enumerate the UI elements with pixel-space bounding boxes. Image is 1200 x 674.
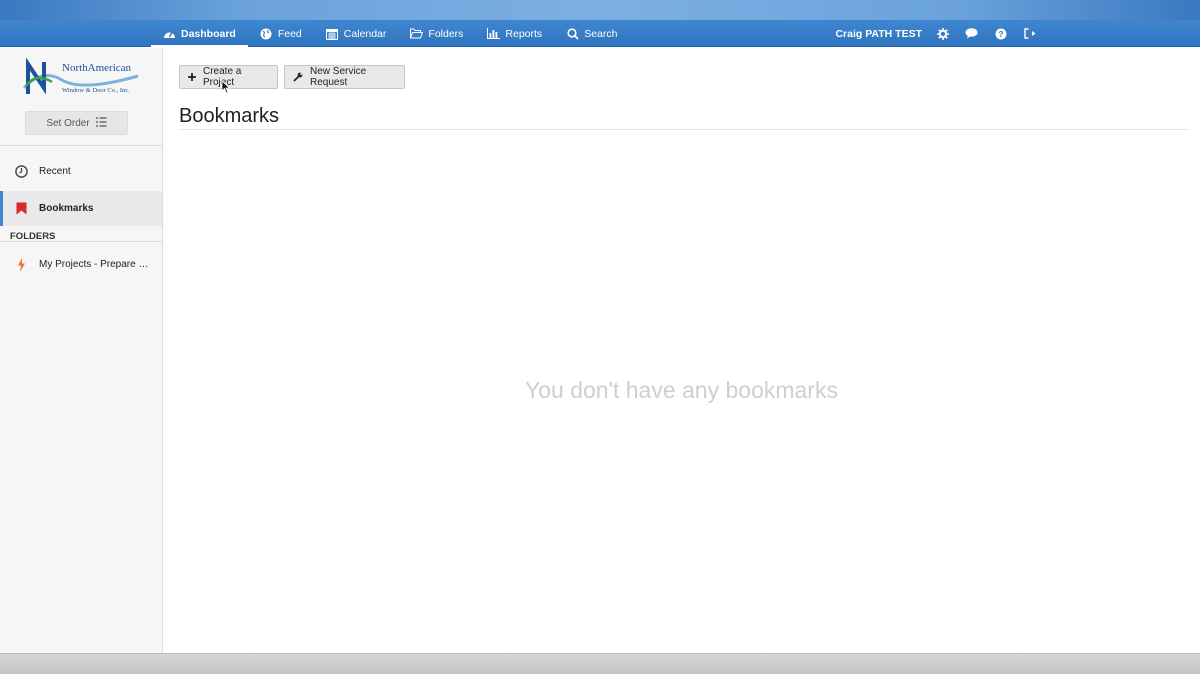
- sign-out-icon[interactable]: [1015, 20, 1044, 47]
- nav-search-label: Search: [584, 27, 618, 40]
- set-order-button[interactable]: Set Order: [25, 111, 128, 135]
- empty-state-message: You don't have any bookmarks: [525, 377, 838, 403]
- sidebar: NorthAmerican Window & Door Co., Inc. Se…: [0, 48, 163, 654]
- list-order-icon: [95, 116, 107, 130]
- nav-reports[interactable]: Reports: [475, 20, 554, 47]
- comment-icon[interactable]: [957, 20, 986, 47]
- user-area: Craig PATH TEST ?: [835, 20, 1044, 47]
- nav-feed-label: Feed: [277, 27, 302, 40]
- sidebar-item-label: Bookmarks: [39, 203, 94, 214]
- bottom-strip: [0, 653, 1200, 674]
- nav-folders[interactable]: Folders: [398, 20, 475, 47]
- nav-dashboard[interactable]: Dashboard: [151, 20, 248, 48]
- calendar-icon: [326, 27, 339, 40]
- nav-dashboard-label: Dashboard: [181, 27, 236, 40]
- plus-icon: [188, 73, 196, 81]
- top-strip: [0, 0, 1200, 20]
- wrench-icon: [293, 72, 303, 82]
- svg-text:Window & Door Co., Inc.: Window & Door Co., Inc.: [62, 87, 130, 94]
- sidebar-divider: [0, 145, 162, 146]
- nav-feed[interactable]: Feed: [248, 20, 314, 47]
- company-logo[interactable]: NorthAmerican Window & Door Co., Inc.: [22, 57, 140, 98]
- sidebar-item-recent[interactable]: Recent: [0, 154, 162, 189]
- nav-search[interactable]: Search: [554, 20, 629, 47]
- gear-icon[interactable]: [928, 20, 957, 47]
- sidebar-item-bookmarks[interactable]: Bookmarks: [0, 191, 162, 226]
- sidebar-folder-label: My Projects - Prepare Ord...: [39, 259, 155, 270]
- nav-reports-label: Reports: [505, 27, 543, 40]
- sidebar-folder-item[interactable]: My Projects - Prepare Ord...: [0, 247, 162, 282]
- user-name[interactable]: Craig PATH TEST: [835, 28, 922, 40]
- dashboard-icon: [163, 27, 176, 40]
- set-order-label: Set Order: [46, 117, 90, 129]
- help-icon[interactable]: ?: [986, 20, 1015, 47]
- bookmark-icon: [14, 202, 28, 216]
- new-service-request-button[interactable]: New Service Request: [284, 65, 405, 89]
- sidebar-item-label: Recent: [39, 166, 71, 177]
- svg-text:NorthAmerican: NorthAmerican: [62, 62, 132, 74]
- bolt-icon: [14, 257, 28, 272]
- clock-icon: [14, 165, 28, 179]
- nav-folders-label: Folders: [428, 27, 464, 40]
- new-service-request-label: New Service Request: [310, 66, 367, 88]
- title-divider: [179, 129, 1189, 130]
- create-project-label: Create a Project: [203, 66, 242, 88]
- nav-calendar[interactable]: Calendar: [314, 20, 399, 47]
- page-title: Bookmarks: [179, 105, 280, 127]
- folder-open-icon: [410, 27, 424, 40]
- svg-text:?: ?: [998, 30, 1003, 39]
- folders-divider: [0, 241, 162, 242]
- bar-chart-icon: [487, 27, 501, 40]
- search-icon: [566, 27, 579, 40]
- globe-icon: [260, 27, 273, 40]
- mouse-cursor-icon: [221, 80, 231, 94]
- top-nav-bar: Dashboard Feed Calendar Folders Reports: [0, 20, 1200, 48]
- nav-calendar-label: Calendar: [343, 27, 387, 40]
- main-nav: Dashboard Feed Calendar Folders Reports: [151, 20, 629, 48]
